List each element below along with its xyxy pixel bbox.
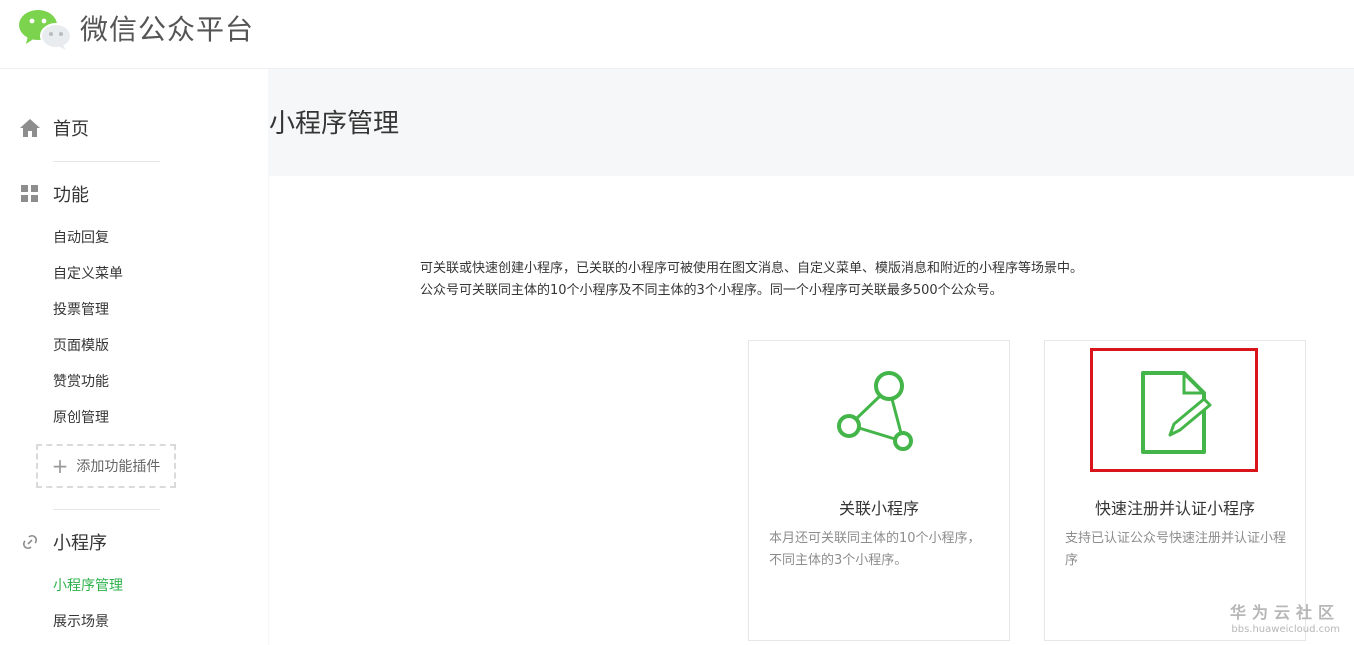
card-title: 快速注册并认证小程序 <box>1094 499 1255 518</box>
watermark-url: bbs.huaweicloud.com <box>1231 624 1340 635</box>
sidebar: 首页 功能 自动回复 自定义菜单 投票管理 页面模版 赞赏功能 原创管理 + 添… <box>0 69 268 645</box>
sidebar-item-vote[interactable]: 投票管理 <box>53 300 109 320</box>
sidebar-item-reward[interactable]: 赞赏功能 <box>53 372 109 392</box>
add-plugin-button[interactable]: + 添加功能插件 <box>36 444 176 488</box>
page-description: 可关联或快速创建小程序，已关联的小程序可被使用在图文消息、自定义菜单、模版消息和… <box>420 258 1083 302</box>
grid-icon <box>18 182 42 206</box>
wechat-logo-icon[interactable] <box>18 8 72 50</box>
description-line: 可关联或快速创建小程序，已关联的小程序可被使用在图文消息、自定义菜单、模版消息和… <box>420 261 1084 276</box>
description-line: 公众号可关联同主体的10个小程序及不同主体的3个小程序。同一个小程序可关联最多5… <box>420 283 1003 298</box>
sidebar-section-miniprogram[interactable]: 小程序 <box>18 528 107 556</box>
card-description: 本月还可关联同主体的10个小程序，不同主体的3个小程序。 <box>769 531 981 568</box>
watermark-title: 华为云社区 <box>1229 603 1340 622</box>
card-title: 关联小程序 <box>838 499 919 518</box>
add-plugin-label: 添加功能插件 <box>76 459 161 475</box>
sidebar-item-custom-menu[interactable]: 自定义菜单 <box>53 264 123 284</box>
watermark: 华为云社区 bbs.huaweicloud.com <box>1230 603 1340 637</box>
platform-title[interactable]: 微信公众平台 <box>80 10 254 50</box>
sidebar-item-page-template[interactable]: 页面模版 <box>53 336 109 356</box>
sidebar-section-features-label: 功能 <box>53 185 89 206</box>
sidebar-item-home-label: 首页 <box>53 119 89 140</box>
link-nodes-icon <box>837 371 913 451</box>
link-miniprogram-card[interactable]: 关联小程序 本月还可关联同主体的10个小程序，不同主体的3个小程序。 <box>748 340 1010 641</box>
link-icon <box>18 530 42 554</box>
sidebar-item-auto-reply[interactable]: 自动回复 <box>53 228 109 248</box>
sidebar-section-features[interactable]: 功能 <box>18 180 89 208</box>
sidebar-section-miniprogram-label: 小程序 <box>53 533 107 554</box>
sidebar-divider <box>53 161 160 162</box>
sidebar-item-display-scene[interactable]: 展示场景 <box>53 612 109 632</box>
sidebar-item-miniprogram-management[interactable]: 小程序管理 <box>53 576 123 596</box>
highlight-annotation <box>1090 348 1258 472</box>
home-icon <box>18 116 42 140</box>
sidebar-item-original[interactable]: 原创管理 <box>53 408 109 428</box>
page-title: 小程序管理 <box>269 109 400 139</box>
top-bar: 微信公众平台 <box>0 0 1354 69</box>
sidebar-divider <box>53 509 160 510</box>
plus-icon: + <box>51 454 69 478</box>
card-description: 支持已认证公众号快速注册并认证小程序 <box>1065 531 1287 568</box>
sidebar-item-home[interactable]: 首页 <box>18 114 89 142</box>
